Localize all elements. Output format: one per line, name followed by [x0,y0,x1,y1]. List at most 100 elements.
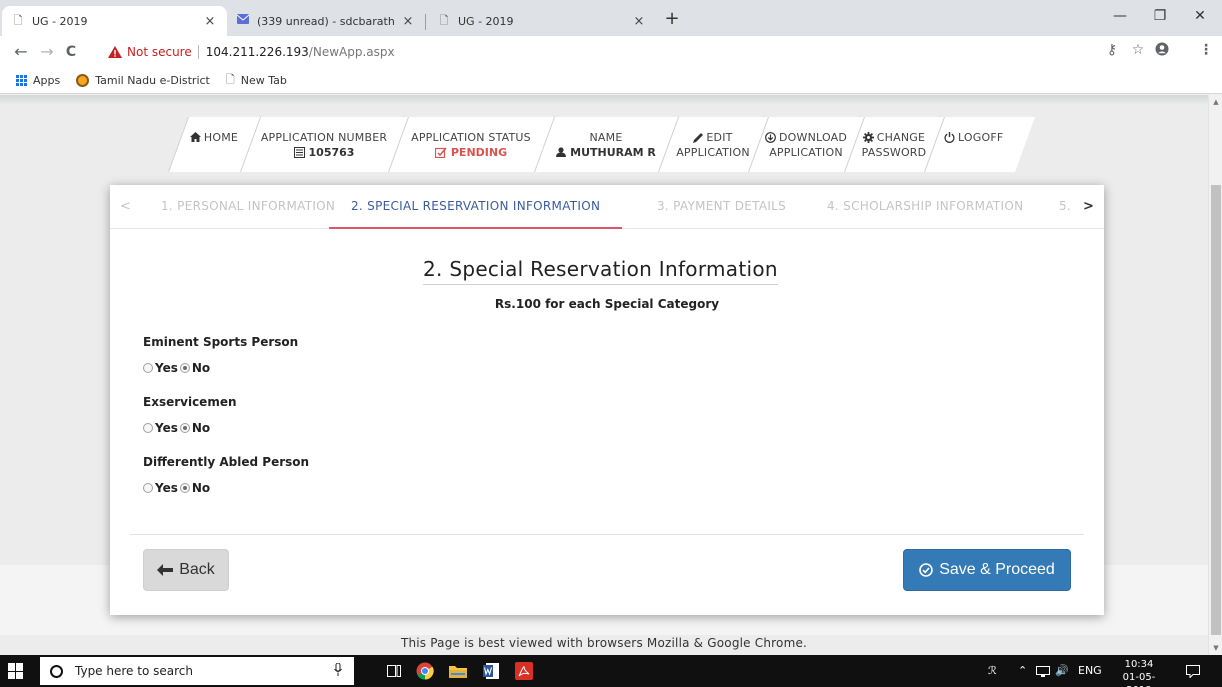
minimize-button[interactable]: — [1100,4,1140,28]
tab-separator [425,14,426,30]
scroll-thumb[interactable] [1211,185,1221,635]
radio-yes[interactable] [143,423,153,433]
clock-date: 01-05-2019 [1122,672,1156,687]
microphone-icon[interactable] [334,662,342,679]
apps-grid-icon [16,75,27,86]
field-differently-abled-person: Differently Abled Person Yes No [143,455,309,495]
radio-no[interactable] [179,483,190,493]
form-subtitle: Rs.100 for each Special Category [494,297,720,311]
action-center-icon[interactable] [1186,655,1200,687]
radio-yes[interactable] [143,363,153,373]
step-personal-information[interactable]: 1. PERSONAL INFORMATION [161,185,335,229]
menu-edit-application[interactable]: EDIT APPLICATION [668,117,758,172]
gear-icon [862,131,874,143]
file-explorer-icon[interactable] [446,659,470,683]
menu-application-number: APPLICATION NUMBER 105763 [250,117,398,172]
radio-yes-label: Yes [155,421,178,435]
bookmark-star-icon[interactable]: ☆ [1128,42,1148,58]
tab-close-icon[interactable]: × [401,14,415,29]
step-scholarship-information[interactable]: 4. SCHOLARSHIP INFORMATION [827,185,1023,229]
profile-icon[interactable] [1152,42,1172,60]
new-tab-button[interactable]: + [661,8,683,29]
bookmark-tamil-nadu-e-district[interactable]: Tamil Nadu e-District [76,74,210,87]
language-indicator[interactable]: ENG [1078,655,1102,687]
bookmarks-bar: Apps Tamil Nadu e-District 🗋 New Tab [0,68,1222,94]
tray-chevron-up-icon[interactable]: ⌃ [1018,655,1027,687]
windows-start-icon[interactable] [8,663,24,679]
browser-tab-ug-2019-second[interactable]: 🗋 UG - 2019 × [428,6,656,36]
people-icon[interactable]: ℛ [988,655,997,687]
bookmark-apps[interactable]: Apps [16,74,60,87]
browser-toolbar: ← → C Not secure 104.211.226.193/NewApp.… [0,36,1222,68]
power-icon [944,131,955,143]
field-label: Differently Abled Person [143,455,310,469]
close-window-button[interactable]: ✕ [1180,4,1220,28]
menu-home[interactable]: HOME . [178,117,250,172]
scroll-down-arrow[interactable]: ▼ [1209,641,1222,655]
url-host: 104.211.226.193 [205,45,309,59]
back-button[interactable]: Back [143,549,229,591]
page-icon: 🗋 [225,73,235,86]
page-viewport: HOME . APPLICATION NUMBER 105763 APPLICA… [0,95,1208,655]
browser-menu-icon[interactable]: ⋮ [1196,42,1216,58]
menu-name: NAME MUTHURAM R [544,117,668,172]
radio-no[interactable] [179,363,190,373]
field-label: Exservicemen [143,395,237,409]
bookmark-new-tab[interactable]: 🗋 New Tab [226,71,287,90]
back-nav-button[interactable]: ← [10,40,32,64]
reload-button[interactable]: C [60,40,82,64]
forward-nav-button[interactable]: → [36,40,58,64]
download-line2: APPLICATION [769,145,843,159]
cortana-circle-icon [50,664,63,678]
step-five[interactable]: 5. [1059,185,1071,229]
radio-no-label: No [191,481,211,495]
chrome-icon[interactable] [413,659,437,683]
radio-group: Yes No [143,361,298,375]
steps-next-arrow[interactable]: > [1083,185,1094,229]
page-scrollbar[interactable]: ▲ ▼ [1208,95,1222,655]
acrobat-pdf-icon[interactable] [512,659,536,683]
tab-close-icon[interactable]: × [632,14,646,29]
application-number-value: 105763 [308,145,355,159]
scroll-up-arrow[interactable]: ▲ [1209,95,1222,109]
tab-title: UG - 2019 [458,14,514,28]
step-payment-details[interactable]: 3. PAYMENT DETAILS [657,185,786,229]
wizard-steps: < 1. PERSONAL INFORMATION 2. SPECIAL RES… [110,185,1104,229]
download-icon [765,131,776,143]
browser-tab-ug-2019[interactable]: 🗋 UG - 2019 × [2,6,227,36]
application-status-value: PENDING [450,145,508,159]
windows-taskbar: Type here to search ℛ ⌃ 🔊 ENG 10:34 01-0… [0,655,1222,687]
network-icon[interactable] [1036,655,1050,687]
home-icon [189,132,201,142]
step-special-reservation-information[interactable]: 2. SPECIAL RESERVATION INFORMATION [329,185,623,229]
save-and-proceed-button[interactable]: Save & Proceed [903,549,1071,591]
edit-line1: EDIT [706,130,733,144]
form-title: 2. Special Reservation Information [423,257,778,285]
steps-prev-arrow[interactable]: < [120,185,131,229]
taskbar-search-box[interactable]: Type here to search [40,657,354,685]
key-icon[interactable]: ⚷ [1102,42,1122,58]
not-secure-label: Not secure [127,45,192,59]
volume-icon[interactable]: 🔊 [1055,655,1069,687]
menu-download-application[interactable]: DOWNLOAD APPLICATION [758,117,854,172]
task-view-icon[interactable] [382,659,406,683]
page-icon: 🗋 [13,14,23,27]
word-icon[interactable] [479,659,503,683]
tab-close-icon[interactable]: × [203,14,217,29]
browser-tab-mail[interactable]: (339 unread) - sdcbarathi1@yahc × [227,6,425,36]
radio-no[interactable] [179,423,190,433]
logoff-label: LOGOFF [958,130,1004,144]
menu-change-password[interactable]: CHANGE PASSWORD [854,117,934,172]
menu-logoff[interactable]: LOGOFF . [934,117,1024,172]
omnibox-separator [197,45,199,59]
radio-yes[interactable] [143,483,153,493]
radio-group: Yes No [143,421,237,435]
field-label: Eminent Sports Person [143,335,299,349]
globe-icon [76,74,90,87]
address-bar[interactable]: Not secure 104.211.226.193/NewApp.aspx [108,40,1088,64]
bookmark-label: Tamil Nadu e-District [95,74,210,87]
restore-button[interactable]: ❐ [1140,4,1180,28]
browser-tab-strip: 🗋 UG - 2019 × (339 unread) - sdcbarathi1… [0,0,1222,36]
save-button-label: Save & Proceed [939,561,1055,578]
taskbar-clock[interactable]: 10:34 01-05-2019 [1112,658,1166,687]
